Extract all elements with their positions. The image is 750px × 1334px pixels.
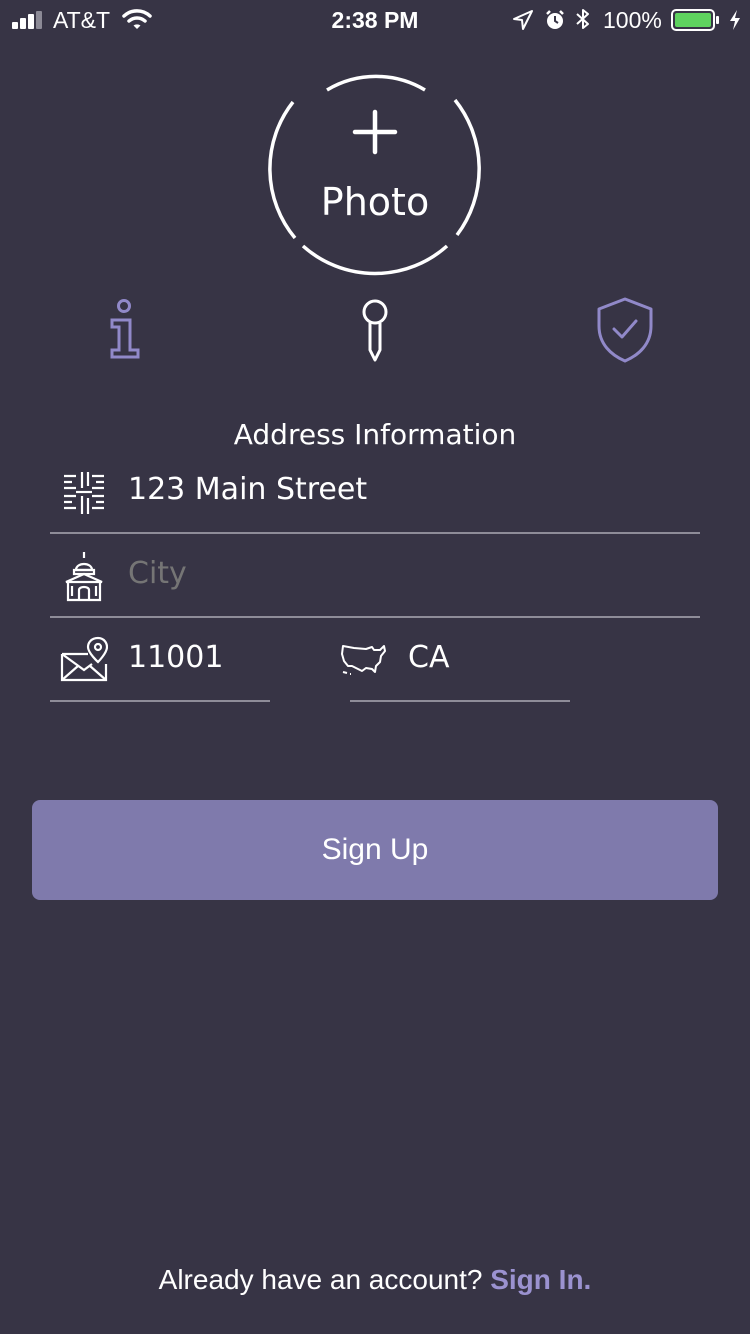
step-shield-check-icon[interactable] xyxy=(594,296,656,369)
add-photo-button[interactable]: Photo xyxy=(265,60,485,280)
us-map-icon xyxy=(340,642,388,681)
battery-icon xyxy=(671,9,719,31)
street-input[interactable]: 123 Main Street xyxy=(128,472,367,507)
battery-percent: 100% xyxy=(603,7,662,33)
photo-circle-outline xyxy=(268,74,481,276)
status-bar: AT&T 2:38 PM 100% xyxy=(0,0,750,40)
alarm-icon xyxy=(544,9,566,37)
bluetooth-icon xyxy=(575,7,591,37)
city-underline xyxy=(50,616,700,618)
sign-in-prompt: Already have an account? Sign In. xyxy=(0,1264,750,1296)
city-field[interactable] xyxy=(50,546,700,618)
zip-underline xyxy=(50,700,270,702)
state-input[interactable]: CA xyxy=(408,640,449,675)
zip-field[interactable]: 11001 xyxy=(50,630,270,702)
step-info-icon[interactable] xyxy=(106,298,144,365)
step-pin-icon[interactable] xyxy=(357,298,393,367)
state-field[interactable]: CA xyxy=(341,630,570,702)
photo-label: Photo xyxy=(320,180,430,224)
charging-bolt-icon xyxy=(728,9,742,37)
sign-in-link[interactable]: Sign In. xyxy=(490,1264,591,1295)
city-input[interactable] xyxy=(128,556,688,591)
zip-input[interactable]: 11001 xyxy=(128,640,223,675)
street-field[interactable]: 123 Main Street xyxy=(50,462,700,534)
state-underline xyxy=(350,700,570,702)
street-underline xyxy=(50,532,700,534)
city-hall-icon xyxy=(64,550,104,607)
sign-up-button[interactable]: Sign Up xyxy=(32,800,718,900)
sign-in-prompt-text: Already have an account? xyxy=(158,1264,483,1295)
section-title: Address Information xyxy=(233,418,517,451)
street-map-icon xyxy=(62,470,106,519)
location-arrow-icon xyxy=(512,9,534,37)
envelope-pin-icon xyxy=(60,636,109,687)
